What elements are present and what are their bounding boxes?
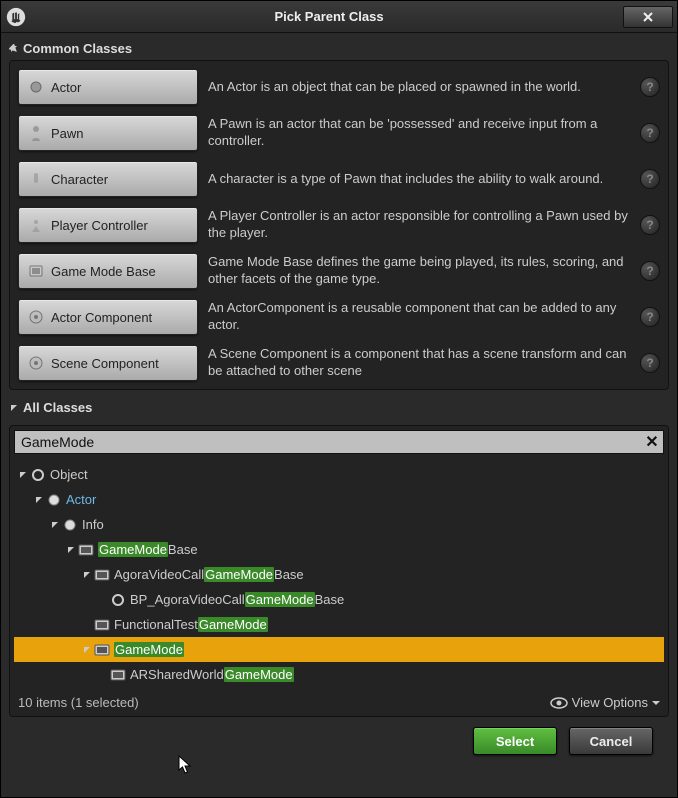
tree-item[interactable]: BP_AgoraVideoCallGameModeBase xyxy=(14,587,664,612)
tree-item-label: GameMode xyxy=(114,642,184,657)
tree-item[interactable]: Info xyxy=(14,512,664,537)
class-desc: A Player Controller is an actor responsi… xyxy=(198,208,640,242)
help-icon[interactable]: ? xyxy=(640,77,660,97)
cancel-button[interactable]: Cancel xyxy=(569,727,653,755)
class-button-label: Pawn xyxy=(51,126,84,141)
help-icon[interactable]: ? xyxy=(640,353,660,373)
tree-item-label: GameModeBase xyxy=(98,542,198,557)
help-icon[interactable]: ? xyxy=(640,169,660,189)
tree-item[interactable]: AgoraVideoCallGameModeBase xyxy=(14,562,664,587)
controller-icon xyxy=(27,216,45,234)
bp-icon xyxy=(110,592,126,608)
close-icon xyxy=(641,10,655,24)
class-desc: A character is a type of Pawn that inclu… xyxy=(198,171,640,188)
content: Common Classes Actor An Actor is an obje… xyxy=(1,33,677,767)
search-input[interactable] xyxy=(15,434,641,450)
item-count-label: 10 items (1 selected) xyxy=(18,695,139,710)
view-options-label: View Options xyxy=(572,695,648,710)
class-desc: A Pawn is an actor that can be 'possesse… xyxy=(198,116,640,150)
pick-parent-class-window: Pick Parent Class Common Classes Actor A… xyxy=(0,0,678,798)
scene-component-icon xyxy=(27,354,45,372)
common-classes-label: Common Classes xyxy=(23,41,132,56)
tree-item[interactable]: Actor xyxy=(14,487,664,512)
cpp-icon xyxy=(94,567,110,583)
class-button-player-controller[interactable]: Player Controller xyxy=(18,207,198,243)
tree-item[interactable]: Object xyxy=(14,462,664,487)
help-icon[interactable]: ? xyxy=(640,261,660,281)
circle-full-icon xyxy=(62,517,78,533)
class-row-actor: Actor An Actor is an object that can be … xyxy=(18,69,660,105)
cpp-icon xyxy=(94,617,110,633)
help-icon[interactable]: ? xyxy=(640,123,660,143)
tree-item[interactable]: ARSharedWorldGameMode xyxy=(14,662,664,687)
class-row-character: Character A character is a type of Pawn … xyxy=(18,161,660,197)
eye-icon xyxy=(550,697,568,709)
tree-item-label: FunctionalTestGameMode xyxy=(114,617,268,632)
cpp-icon xyxy=(78,542,94,558)
expand-triangle-icon xyxy=(9,403,19,413)
common-classes-panel: Actor An Actor is an object that can be … xyxy=(9,60,669,390)
class-tree: Object Actor Info GameModeBase AgoraVideoCal… xyxy=(10,458,668,691)
tree-item-label: BP_AgoraVideoCallGameModeBase xyxy=(130,592,344,607)
class-button-label: Character xyxy=(51,172,108,187)
select-button-label: Select xyxy=(496,734,534,749)
circle-full-icon xyxy=(46,492,62,508)
circle-empty-icon xyxy=(30,467,46,483)
class-button-actor[interactable]: Actor xyxy=(18,69,198,105)
actor-icon xyxy=(27,78,45,96)
game-mode-icon xyxy=(27,262,45,280)
class-row-pawn: Pawn A Pawn is an actor that can be 'pos… xyxy=(18,115,660,151)
help-icon[interactable]: ? xyxy=(640,307,660,327)
tree-item[interactable]: GameModeBase xyxy=(14,537,664,562)
cpp-icon xyxy=(110,667,126,683)
class-button-character[interactable]: Character xyxy=(18,161,198,197)
view-options-button[interactable]: View Options xyxy=(550,695,660,710)
character-icon xyxy=(27,170,45,188)
cancel-button-label: Cancel xyxy=(590,734,633,749)
unreal-logo-icon xyxy=(5,6,27,28)
tree-item[interactable]: GameMode xyxy=(14,637,664,662)
class-button-pawn[interactable]: Pawn xyxy=(18,115,198,151)
tree-item-label: Object xyxy=(50,467,88,482)
expand-triangle-icon xyxy=(9,44,19,54)
search-row: ✕ xyxy=(14,430,664,454)
class-button-label: Game Mode Base xyxy=(51,264,156,279)
pawn-icon xyxy=(27,124,45,142)
class-button-label: Player Controller xyxy=(51,218,148,233)
tree-item-label: ARSharedWorldGameMode xyxy=(130,667,294,682)
class-desc: An ActorComponent is a reusable componen… xyxy=(198,300,640,334)
class-row-actor-component: Actor Component An ActorComponent is a r… xyxy=(18,299,660,335)
all-classes-label: All Classes xyxy=(23,400,92,415)
class-desc: An Actor is an object that can be placed… xyxy=(198,79,640,96)
class-row-scene-component: Scene Component A Scene Component is a c… xyxy=(18,345,660,381)
all-classes-panel: ✕ Object Actor Info GameModeBase AgoraVideoC… xyxy=(9,425,669,717)
class-desc: A Scene Component is a component that ha… xyxy=(198,346,640,380)
clear-search-button[interactable]: ✕ xyxy=(641,432,663,452)
tree-item-label: AgoraVideoCallGameModeBase xyxy=(114,567,304,582)
common-classes-header[interactable]: Common Classes xyxy=(9,37,669,60)
window-title: Pick Parent Class xyxy=(35,9,623,24)
tree-item[interactable]: FunctionalTestGameMode xyxy=(14,612,664,637)
class-button-scene-component[interactable]: Scene Component xyxy=(18,345,198,381)
tree-item-label: Info xyxy=(82,517,104,532)
all-classes-header[interactable]: All Classes xyxy=(9,396,669,419)
select-button[interactable]: Select xyxy=(473,727,557,755)
class-button-label: Scene Component xyxy=(51,356,159,371)
class-row-game-mode-base: Game Mode Base Game Mode Base defines th… xyxy=(18,253,660,289)
class-button-actor-component[interactable]: Actor Component xyxy=(18,299,198,335)
titlebar: Pick Parent Class xyxy=(1,1,677,33)
tree-item-label: Actor xyxy=(66,492,96,507)
class-desc: Game Mode Base defines the game being pl… xyxy=(198,254,640,288)
help-icon[interactable]: ? xyxy=(640,215,660,235)
cpp-icon xyxy=(94,642,110,658)
dialog-footer: Select Cancel xyxy=(9,717,669,759)
class-button-label: Actor Component xyxy=(51,310,152,325)
class-button-label: Actor xyxy=(51,80,81,95)
actor-component-icon xyxy=(27,308,45,326)
chevron-down-icon xyxy=(652,699,660,707)
close-button[interactable] xyxy=(623,6,673,28)
status-row: 10 items (1 selected) View Options xyxy=(10,691,668,716)
class-button-game-mode-base[interactable]: Game Mode Base xyxy=(18,253,198,289)
class-row-player-controller: Player Controller A Player Controller is… xyxy=(18,207,660,243)
